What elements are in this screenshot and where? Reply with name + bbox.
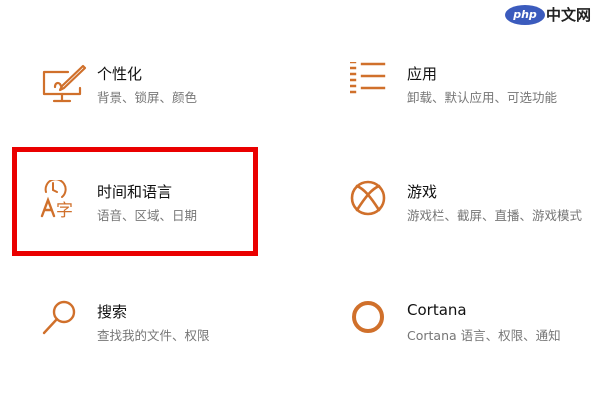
settings-tile-search[interactable]: 搜索 查找我的文件、权限 bbox=[40, 300, 300, 380]
xbox-icon bbox=[350, 180, 398, 228]
tile-title: 搜索 bbox=[97, 303, 128, 321]
cortana-ring-icon bbox=[350, 300, 398, 348]
tile-description: 查找我的文件、权限 bbox=[97, 328, 210, 343]
apps-list-icon bbox=[350, 62, 398, 110]
settings-tile-gaming[interactable]: 游戏 游戏栏、截屏、直播、游戏模式 bbox=[350, 180, 600, 260]
tile-title: 应用 bbox=[407, 65, 438, 83]
php-logo: php bbox=[505, 5, 545, 25]
settings-tile-apps[interactable]: 应用 卸载、默认应用、可选功能 bbox=[350, 62, 600, 142]
settings-tile-cortana[interactable]: Cortana Cortana 语言、权限、通知 bbox=[350, 300, 600, 380]
watermark-text: 中文网 bbox=[546, 6, 592, 24]
personalization-icon bbox=[40, 62, 88, 110]
tile-description: Cortana 语言、权限、通知 bbox=[407, 328, 561, 343]
tile-description: 游戏栏、截屏、直播、游戏模式 bbox=[407, 208, 583, 223]
tile-title: 游戏 bbox=[407, 183, 438, 201]
tile-title: 个性化 bbox=[97, 65, 143, 83]
time-language-icon: 字 bbox=[40, 180, 88, 228]
language-glyph: 字 bbox=[56, 201, 73, 221]
tile-description: 语音、区域、日期 bbox=[97, 208, 198, 223]
settings-tile-personalization[interactable]: 个性化 背景、锁屏、颜色 bbox=[40, 62, 300, 142]
search-icon bbox=[40, 300, 88, 348]
php-watermark: php 中文网 bbox=[505, 4, 597, 26]
tile-description: 卸载、默认应用、可选功能 bbox=[407, 90, 558, 105]
settings-tile-time-language[interactable]: 字 时间和语言 语音、区域、日期 bbox=[40, 180, 300, 260]
tile-description: 背景、锁屏、颜色 bbox=[97, 90, 198, 105]
tile-title: Cortana bbox=[407, 301, 467, 319]
tile-title: 时间和语言 bbox=[97, 183, 173, 201]
